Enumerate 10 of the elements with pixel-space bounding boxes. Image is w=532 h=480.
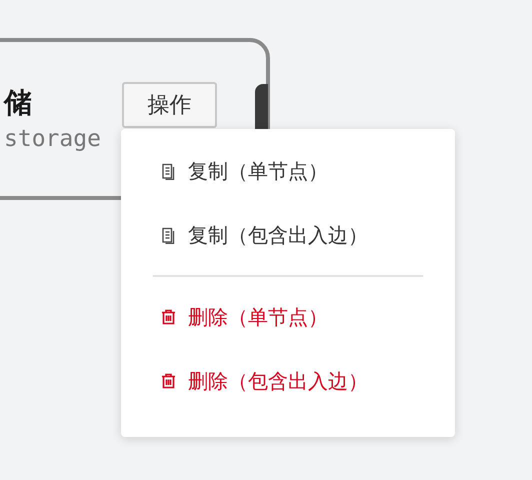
document-icon (161, 226, 176, 244)
node-title: 储 (4, 85, 32, 121)
document-icon (161, 162, 176, 180)
node-subtitle: storage (4, 126, 101, 152)
menu-item[interactable]: 删除（包含出入边） (161, 349, 423, 413)
actions-button[interactable]: 操作 (122, 82, 217, 128)
menu-item[interactable]: 复制（包含出入边） (161, 203, 423, 267)
trash-icon (161, 309, 176, 325)
menu-item[interactable]: 删除（单节点） (161, 285, 423, 349)
trash-icon (161, 373, 176, 389)
